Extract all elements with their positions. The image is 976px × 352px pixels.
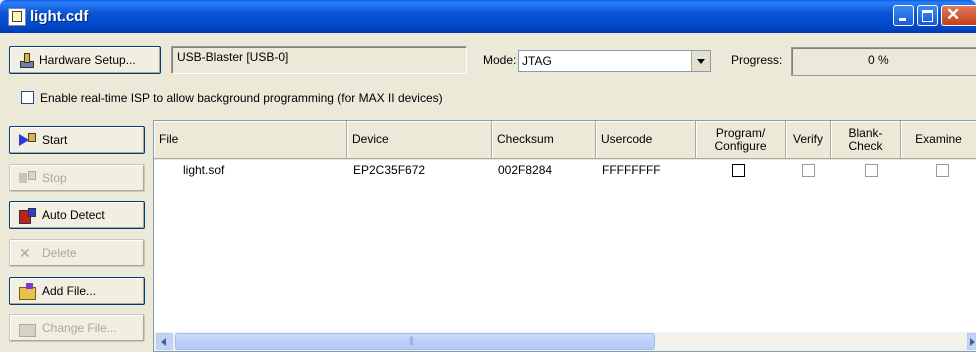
- delete-icon: ✕: [19, 245, 31, 261]
- column-header-program[interactable]: Program/ Configure: [696, 121, 786, 159]
- change-file-button[interactable]: Change File...: [9, 314, 145, 342]
- add-file-icon: [19, 283, 36, 300]
- column-header-usercode[interactable]: Usercode: [596, 121, 696, 159]
- hardware-setup-button[interactable]: Hardware Setup...: [9, 46, 161, 74]
- scroll-right-icon[interactable]: [967, 333, 976, 350]
- change-file-label: Change File...: [42, 321, 117, 335]
- table-header: File Device Checksum Usercode Program/ C…: [154, 121, 976, 160]
- cell-usercode: FFFFFFFF: [602, 163, 661, 177]
- hardware-setup-label: Hardware Setup...: [39, 53, 136, 67]
- cell-checksum: 002F8284: [498, 163, 553, 177]
- progress-value: 0 %: [868, 53, 889, 67]
- title-bar: light.cdf ✕: [0, 0, 976, 33]
- column-header-examine[interactable]: Examine: [901, 121, 976, 159]
- close-button[interactable]: ✕: [941, 5, 976, 26]
- mode-value: JTAG: [522, 54, 552, 68]
- device-table: File Device Checksum Usercode Program/ C…: [153, 120, 976, 352]
- start-button[interactable]: Start: [9, 126, 145, 154]
- start-icon: [19, 132, 36, 148]
- chevron-down-icon[interactable]: [691, 51, 710, 71]
- column-header-checksum[interactable]: Checksum: [492, 121, 596, 159]
- scroll-left-icon[interactable]: [156, 333, 173, 350]
- cell-file: light.sof: [183, 163, 225, 177]
- cell-device: EP2C35F672: [353, 163, 426, 177]
- scroll-thumb[interactable]: [175, 333, 655, 350]
- delete-button[interactable]: ✕ Delete: [9, 239, 145, 267]
- column-header-blank-check[interactable]: Blank- Check: [831, 121, 901, 159]
- stop-label: Stop: [42, 171, 67, 185]
- column-header-file[interactable]: File: [154, 121, 347, 159]
- horizontal-scrollbar[interactable]: [154, 332, 976, 351]
- auto-detect-icon: [19, 207, 36, 224]
- column-header-verify[interactable]: Verify: [786, 121, 831, 159]
- change-file-icon: [19, 320, 36, 337]
- isp-checkbox[interactable]: [21, 91, 34, 104]
- stop-icon: [19, 170, 36, 186]
- mode-select[interactable]: JTAG: [518, 50, 711, 72]
- verify-checkbox[interactable]: [802, 164, 815, 177]
- program-checkbox[interactable]: [732, 164, 745, 177]
- mode-label: Mode:: [483, 53, 517, 67]
- maximize-button[interactable]: [917, 5, 938, 26]
- examine-checkbox[interactable]: [936, 164, 949, 177]
- window-title: light.cdf: [30, 8, 89, 25]
- stop-button[interactable]: Stop: [9, 164, 145, 192]
- auto-detect-button[interactable]: Auto Detect: [9, 201, 145, 229]
- blank-check-checkbox[interactable]: [865, 164, 878, 177]
- minimize-button[interactable]: [893, 5, 914, 26]
- add-file-label: Add File...: [42, 284, 97, 298]
- hardware-name-field: USB-Blaster [USB-0]: [171, 46, 467, 74]
- delete-label: Delete: [42, 246, 77, 260]
- progress-label: Progress:: [731, 53, 783, 67]
- close-icon: ✕: [946, 5, 961, 24]
- start-label: Start: [42, 133, 68, 147]
- hardware-icon: [19, 53, 34, 68]
- column-header-device[interactable]: Device: [347, 121, 492, 159]
- isp-label: Enable real-time ISP to allow background…: [40, 91, 443, 105]
- auto-detect-label: Auto Detect: [42, 208, 105, 222]
- add-file-button[interactable]: Add File...: [9, 277, 145, 305]
- window-app-icon: [8, 8, 26, 26]
- table-row[interactable]: light.sof EP2C35F672 002F8284 FFFFFFFF: [154, 163, 976, 181]
